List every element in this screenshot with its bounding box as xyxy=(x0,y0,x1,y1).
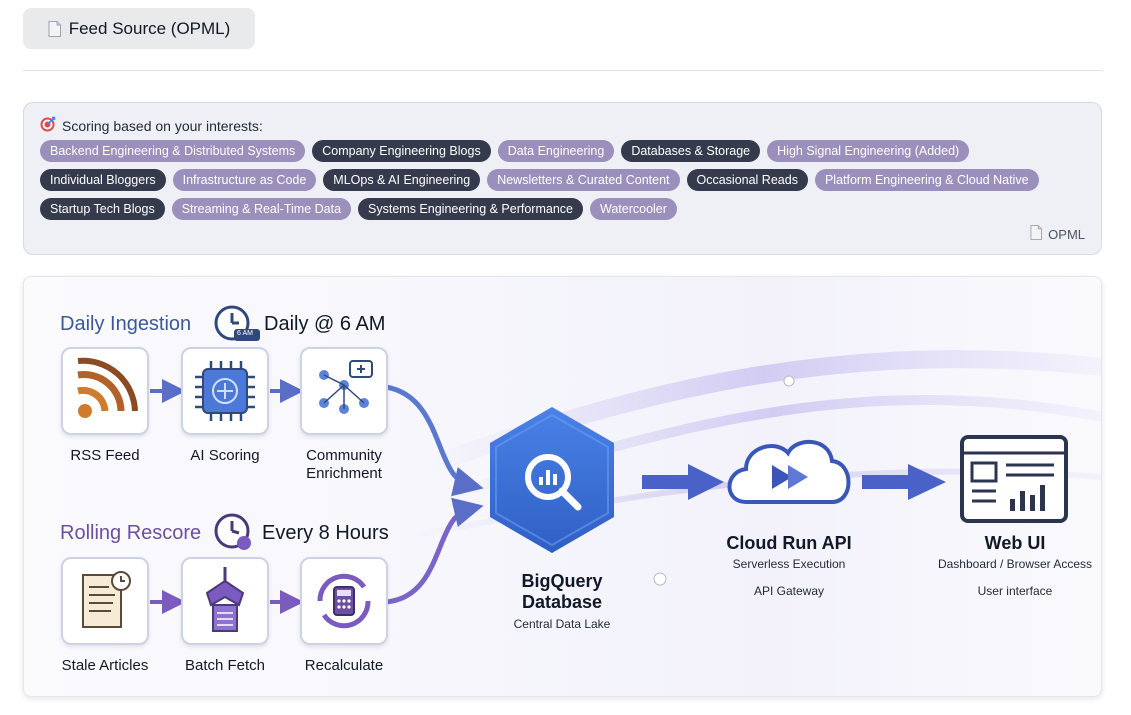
step-recalculate: Recalculate xyxy=(304,657,384,674)
architecture-diagram: Daily Ingestion 6 AM Daily @ 6 AM RSS Fe… xyxy=(23,276,1102,697)
feed-source-button[interactable]: Feed Source (OPML) xyxy=(23,8,255,49)
interest-tag[interactable]: Occasional Reads xyxy=(686,169,808,191)
rolling-schedule: Every 8 Hours xyxy=(262,522,389,544)
bigquery-title: BigQuery Database xyxy=(521,571,603,612)
interest-tag[interactable]: Databases & Storage xyxy=(621,140,761,162)
web-ui-detail: User interface xyxy=(977,584,1053,598)
cloud-run-detail: API Gateway xyxy=(753,584,825,598)
document-icon xyxy=(48,20,61,37)
interest-tag[interactable]: MLOps & AI Engineering xyxy=(323,169,481,191)
interest-tag[interactable]: Company Engineering Blogs xyxy=(312,140,491,162)
bigquery-subtitle: Central Data Lake xyxy=(513,617,611,631)
interest-tag[interactable]: Streaming & Real-Time Data xyxy=(171,198,352,220)
step-ai-scoring: AI Scoring xyxy=(190,447,260,464)
interest-tag[interactable]: Platform Engineering & Cloud Native xyxy=(814,169,1039,191)
web-ui-title: Web UI xyxy=(984,533,1046,553)
tag-row: Individual Bloggers Infrastructure as Cod… xyxy=(40,169,1090,191)
step-stale-articles: Stale Articles xyxy=(61,657,149,674)
community-icon xyxy=(319,360,373,414)
document-icon xyxy=(1030,225,1043,243)
interest-tag[interactable]: Individual Bloggers xyxy=(40,169,166,191)
interest-tag[interactable]: Backend Engineering & Distributed System… xyxy=(40,140,306,162)
cloud-run-subtitle: Serverless Execution xyxy=(732,557,846,571)
target-icon xyxy=(40,116,56,135)
interest-tag[interactable]: Newsletters & Curated Content xyxy=(487,169,680,191)
chip-icon xyxy=(195,361,255,421)
stale-articles-box xyxy=(61,557,149,645)
claw-icon xyxy=(205,567,245,632)
interest-tag[interactable]: Infrastructure as Code xyxy=(172,169,317,191)
scroll-icon xyxy=(82,571,131,628)
feed-source-label: Feed Source (OPML) xyxy=(68,18,231,38)
step-rss-feed: RSS Feed xyxy=(70,447,140,464)
recalculate-box xyxy=(300,557,388,645)
opml-link-label: OPML xyxy=(1048,226,1085,242)
tag-row: Backend Engineering & Distributed System… xyxy=(40,140,1090,162)
tag-row: Startup Tech Blogs Streaming & Real-Time … xyxy=(40,198,1090,220)
interest-tag[interactable]: High Signal Engineering (Added) xyxy=(767,140,970,162)
clock-badge: 6 AM xyxy=(237,330,253,337)
interest-tag[interactable]: Systems Engineering & Performance xyxy=(358,198,583,220)
web-ui-subtitle: Dashboard / Browser Access xyxy=(937,557,1093,571)
interest-tag[interactable]: Watercooler xyxy=(590,198,677,220)
rolling-rescore-title: Rolling Rescore xyxy=(60,522,202,544)
ai-scoring-box xyxy=(181,347,269,435)
interest-tag[interactable]: Data Engineering xyxy=(497,140,615,162)
community-enrichment-box xyxy=(300,347,388,435)
rss-feed-box xyxy=(61,347,149,435)
cloud-run-title: Cloud Run API xyxy=(726,533,852,553)
step-batch-fetch: Batch Fetch xyxy=(184,657,266,674)
interest-tag[interactable]: Startup Tech Blogs xyxy=(40,198,165,220)
daily-ingestion-title: Daily Ingestion xyxy=(60,313,192,335)
daily-schedule: Daily @ 6 AM xyxy=(264,313,386,335)
interests-title-text: Scoring based on your interests: xyxy=(62,117,263,134)
calculator-refresh-icon xyxy=(317,573,371,629)
step-community-enrichment: Community Enrichment xyxy=(306,447,382,482)
interests-panel: Scoring based on your interests: Backend… xyxy=(23,102,1102,255)
batch-fetch-box xyxy=(181,557,269,645)
interests-title: Scoring based on your interests: xyxy=(40,116,263,135)
divider xyxy=(23,70,1103,71)
interest-tags: Backend Engineering & Distributed System… xyxy=(40,140,1090,227)
opml-link[interactable]: OPML xyxy=(1030,225,1085,243)
rss-icon xyxy=(77,357,138,418)
